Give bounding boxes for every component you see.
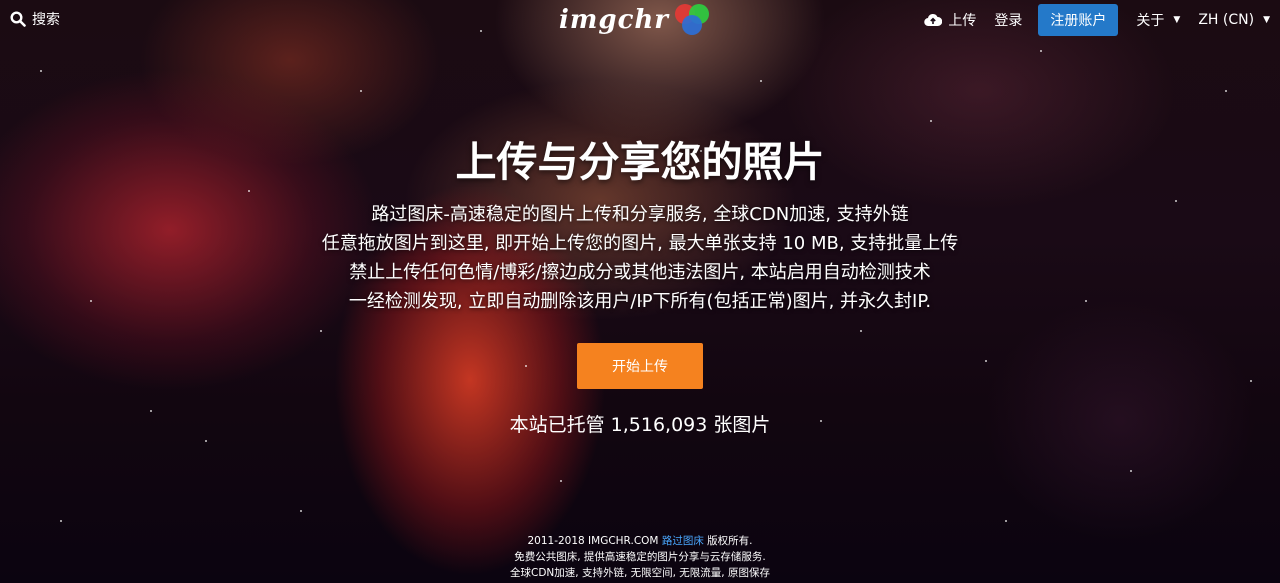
about-menu[interactable]: 关于 ▼ xyxy=(1136,10,1180,30)
footer-line: 免费公共图床, 提供高速稳定的图片分享与云存储服务. xyxy=(514,551,766,563)
search-label: 搜索 xyxy=(32,12,60,28)
search-icon xyxy=(10,11,26,27)
hero-title: 上传与分享您的照片 xyxy=(455,138,825,186)
footer-copyright: 2011-2018 IMGCHR.COM 路过图床 版权所有. xyxy=(0,533,1280,549)
copyright-suffix: 版权所有. xyxy=(707,535,753,547)
footer-line: 全球CDN加速, 支持外链, 无限空间, 无限流量, 原图保存 xyxy=(510,567,770,579)
hero-line: 路过图床-高速稳定的图片上传和分享服务, 全球CDN加速, 支持外链 xyxy=(371,204,909,225)
footer-site-link[interactable]: 路过图床 xyxy=(662,535,704,547)
logo-text: imgchr xyxy=(559,5,669,35)
upload-link[interactable]: 上传 xyxy=(924,10,976,30)
top-navbar: 搜索 imgchr 上传 登录 注册账户 关于 ▼ ZH (CN) ▼ xyxy=(0,0,1280,40)
hero-line: 任意拖放图片到这里, 即开始上传您的图片, 最大单张支持 10 MB, 支持批量… xyxy=(321,233,959,254)
start-upload-button[interactable]: 开始上传 xyxy=(577,343,703,389)
language-label: ZH (CN) xyxy=(1198,12,1255,28)
hero-line: 禁止上传任何色情/博彩/擦边成分或其他违法图片, 本站启用自动检测技术 xyxy=(349,262,931,283)
language-menu[interactable]: ZH (CN) ▼ xyxy=(1198,12,1270,28)
site-logo[interactable]: imgchr xyxy=(559,0,711,40)
caret-down-icon: ▼ xyxy=(1173,15,1181,25)
login-label: 登录 xyxy=(994,13,1023,29)
register-button[interactable]: 注册账户 xyxy=(1038,4,1119,36)
hosted-images-stats: 本站已托管 1,516,093 张图片 xyxy=(509,414,771,436)
hero-line: 一经检测发现, 立即自动删除该用户/IP下所有(包括正常)图片, 并永久封IP. xyxy=(348,291,932,312)
search-link[interactable]: 搜索 xyxy=(10,9,60,29)
login-link[interactable]: 登录 xyxy=(994,10,1022,30)
about-label: 关于 xyxy=(1136,13,1165,29)
upload-label: 上传 xyxy=(948,13,977,29)
copyright-text: 2011-2018 IMGCHR.COM xyxy=(527,535,659,547)
footer: 2011-2018 IMGCHR.COM 路过图床 版权所有. 免费公共图床, … xyxy=(0,533,1280,581)
caret-down-icon: ▼ xyxy=(1263,15,1270,25)
hero-description: 路过图床-高速稳定的图片上传和分享服务, 全球CDN加速, 支持外链 任意拖放图… xyxy=(0,200,1280,316)
logo-circles-icon xyxy=(675,3,711,37)
header-actions: 上传 登录 注册账户 关于 ▼ ZH (CN) ▼ xyxy=(906,4,1270,36)
cloud-upload-icon xyxy=(924,13,943,27)
